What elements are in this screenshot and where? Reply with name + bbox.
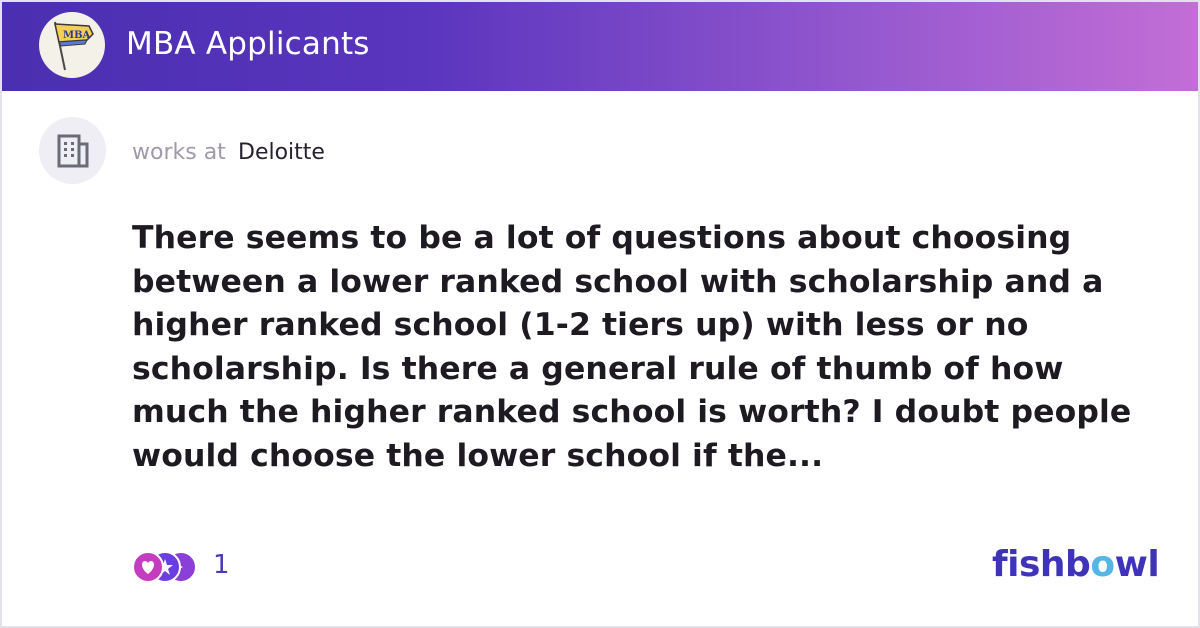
fishbowl-logo[interactable]: fishbowl [992, 544, 1160, 585]
bowl-header: MBA MBA Applicants [2, 2, 1198, 91]
bowl-name[interactable]: MBA Applicants [126, 26, 370, 62]
brand-suffix: wl [1114, 544, 1160, 585]
post-text[interactable]: There seems to be a lot of questions abo… [132, 217, 1167, 478]
company-avatar [39, 117, 106, 184]
brand-prefix: fishb [992, 544, 1091, 585]
post-card[interactable]: MBA MBA Applicants works at Deloitte The… [0, 0, 1200, 628]
works-at-label: works at [132, 140, 226, 165]
mba-pennant-icon[interactable]: MBA [39, 12, 105, 78]
reaction-icons[interactable] [131, 549, 201, 585]
company-name[interactable]: Deloitte [238, 140, 325, 165]
building-icon [57, 134, 89, 168]
brand-o: o [1090, 544, 1115, 585]
reaction-count[interactable]: 1 [213, 550, 230, 580]
svg-text:MBA: MBA [63, 30, 91, 41]
